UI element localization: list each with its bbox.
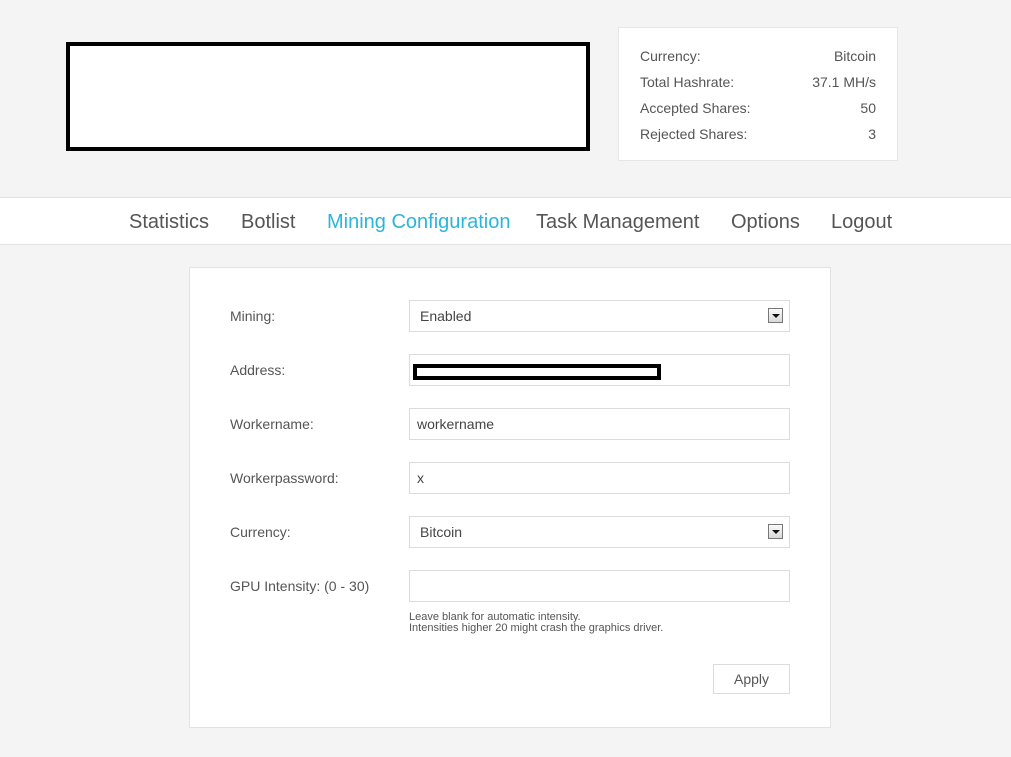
workername-input[interactable] [409,408,790,440]
nav-options[interactable]: Options [731,210,800,234]
currency-label: Currency: [230,524,291,540]
help-text-line: Intensities higher 20 might crash the gr… [409,622,664,634]
chevron-down-icon[interactable] [768,524,783,539]
chevron-down-icon[interactable] [768,308,783,323]
stat-value: 37.1 MH/s [812,74,876,90]
workername-label: Workername: [230,416,314,432]
currency-select-value: Bitcoin [420,524,463,540]
mining-select[interactable]: Enabled [409,300,790,332]
mining-config-form: Mining: Enabled Address: Workername: Wor… [189,267,831,728]
gpu-intensity-label: GPU Intensity: (0 - 30) [230,578,370,594]
stat-row-accepted-shares: Accepted Shares: 50 [640,98,876,118]
stat-row-hashrate: Total Hashrate: 37.1 MH/s [640,72,876,92]
nav-logout[interactable]: Logout [831,210,892,234]
address-input[interactable] [409,354,790,386]
stat-value: 3 [868,126,876,142]
nav-statistics[interactable]: Statistics [129,210,209,234]
address-label: Address: [230,362,286,378]
workerpassword-input[interactable] [409,462,790,494]
gpu-intensity-help: Leave blank for automatic intensity. Int… [409,612,663,634]
mining-select-value: Enabled [420,308,472,324]
currency-select[interactable]: Bitcoin [409,516,790,548]
stats-panel: Currency: Bitcoin Total Hashrate: 37.1 M… [618,27,898,161]
stat-label: Total Hashrate: [640,74,735,90]
mining-label: Mining: [230,308,276,324]
apply-button[interactable]: Apply [713,664,790,694]
stat-value: 50 [860,100,876,116]
stat-row-currency: Currency: Bitcoin [640,46,876,66]
nav-mining-configuration[interactable]: Mining Configuration [327,210,510,234]
stat-label: Accepted Shares: [640,100,751,116]
logo-redacted-box [66,42,590,151]
nav-task-management[interactable]: Task Management [536,210,699,234]
stat-label: Currency: [640,48,701,64]
main-navbar: Statistics Botlist Mining Configuration … [0,197,1011,245]
gpu-intensity-input[interactable] [409,570,790,602]
address-redacted-bar [413,364,661,380]
stat-label: Rejected Shares: [640,126,748,142]
workerpassword-label: Workerpassword: [230,470,339,486]
stat-value: Bitcoin [833,48,876,64]
stat-row-rejected-shares: Rejected Shares: 3 [640,124,876,144]
nav-botlist[interactable]: Botlist [241,210,295,234]
